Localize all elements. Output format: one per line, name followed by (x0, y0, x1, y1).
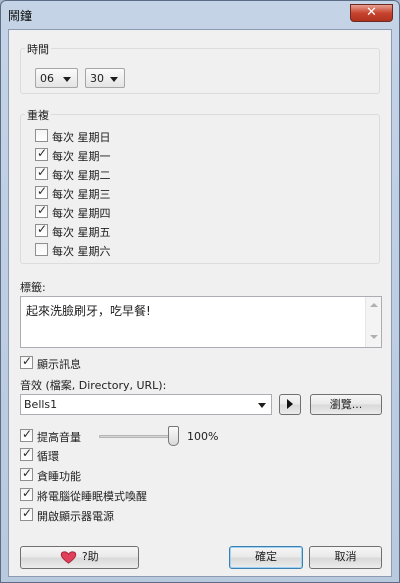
label-textarea[interactable]: 起來洗臉刷牙，吃早餐! (20, 296, 382, 348)
checkbox-box[interactable] (20, 354, 33, 369)
option-label: 將電腦從睡眠模式喚醒 (37, 490, 147, 503)
checkbox-box[interactable] (20, 466, 33, 481)
minute-value: 30 (90, 72, 104, 85)
checkbox-box[interactable] (20, 486, 33, 501)
heart-icon (61, 550, 77, 564)
repeat-group-title: 重複 (25, 107, 51, 123)
checkbox-box[interactable] (20, 446, 33, 461)
label-scrollbar[interactable] (365, 297, 381, 347)
window-title: 鬧鐘 (8, 9, 33, 23)
checkbox-box[interactable] (35, 129, 48, 142)
sound-caption: 音效 (檔案, Directory, URL): (20, 379, 167, 392)
browse-button[interactable]: 瀏覽... (310, 394, 382, 415)
checkbox-box[interactable] (35, 184, 48, 199)
repeat-day-label: 每次 星期六 (52, 245, 111, 258)
sound-select[interactable]: Bells1 (20, 394, 272, 415)
ok-button[interactable]: 確定 (229, 546, 303, 569)
time-group-title: 時間 (25, 41, 51, 57)
title-bar[interactable]: 鬧鐘 ✕ (1, 1, 399, 29)
checkbox-box[interactable] (35, 203, 48, 218)
close-icon: ✕ (366, 5, 377, 20)
repeat-day-label: 每次 星期一 (52, 150, 111, 163)
checkbox-box[interactable] (35, 165, 48, 180)
show-message-label: 顯示訊息 (37, 358, 81, 371)
volume-label: 提高音量 (37, 431, 81, 444)
sound-value: Bells1 (24, 398, 58, 411)
cancel-label: 取消 (334, 550, 357, 563)
alarm-dialog-window: 鬧鐘 ✕ 時間 06 30 重複 每次 星期日每次 星期一每次 星期二每次 星期… (0, 0, 400, 583)
repeat-day-label: 每次 星期五 (52, 226, 111, 239)
hour-select[interactable]: 06 (35, 68, 78, 88)
chevron-down-icon (63, 77, 71, 82)
label-caption: 標籤: (20, 281, 46, 294)
help-button[interactable]: ?助 (20, 546, 139, 569)
help-label: ?助 (81, 550, 99, 563)
play-icon (287, 399, 293, 409)
volume-slider-track[interactable] (99, 435, 179, 438)
ok-label: 確定 (255, 550, 277, 563)
repeat-day-label: 每次 星期四 (52, 207, 111, 220)
repeat-day-label: 每次 星期二 (52, 169, 111, 182)
play-button[interactable] (279, 394, 301, 415)
checkbox-box[interactable] (20, 506, 33, 521)
scroll-down-icon[interactable] (370, 335, 378, 339)
option-label: 開啟顯示器電源 (37, 510, 114, 523)
chevron-down-icon (258, 403, 266, 408)
checkbox-box[interactable] (35, 222, 48, 237)
volume-slider-thumb[interactable] (168, 426, 179, 446)
repeat-day-label: 每次 星期日 (52, 131, 111, 144)
close-button[interactable]: ✕ (350, 4, 393, 22)
scroll-up-icon[interactable] (370, 303, 378, 307)
dialog-client-area: 時間 06 30 重複 每次 星期日每次 星期一每次 星期二每次 星期三每次 星… (8, 29, 392, 577)
cancel-button[interactable]: 取消 (309, 546, 382, 569)
minute-select[interactable]: 30 (85, 68, 125, 88)
checkbox-box[interactable] (35, 146, 48, 161)
label-text: 起來洗臉刷牙，吃早餐! (26, 304, 151, 318)
browse-label: 瀏覽... (329, 398, 363, 411)
repeat-day-label: 每次 星期三 (52, 188, 111, 201)
volume-level-text: 100% (187, 430, 219, 443)
option-label: 貪睡功能 (37, 470, 81, 483)
chevron-down-icon (110, 77, 118, 82)
checkbox-box[interactable] (35, 243, 48, 256)
checkbox-box[interactable] (20, 427, 33, 442)
hour-value: 06 (40, 72, 54, 85)
option-label: 循環 (37, 450, 59, 463)
